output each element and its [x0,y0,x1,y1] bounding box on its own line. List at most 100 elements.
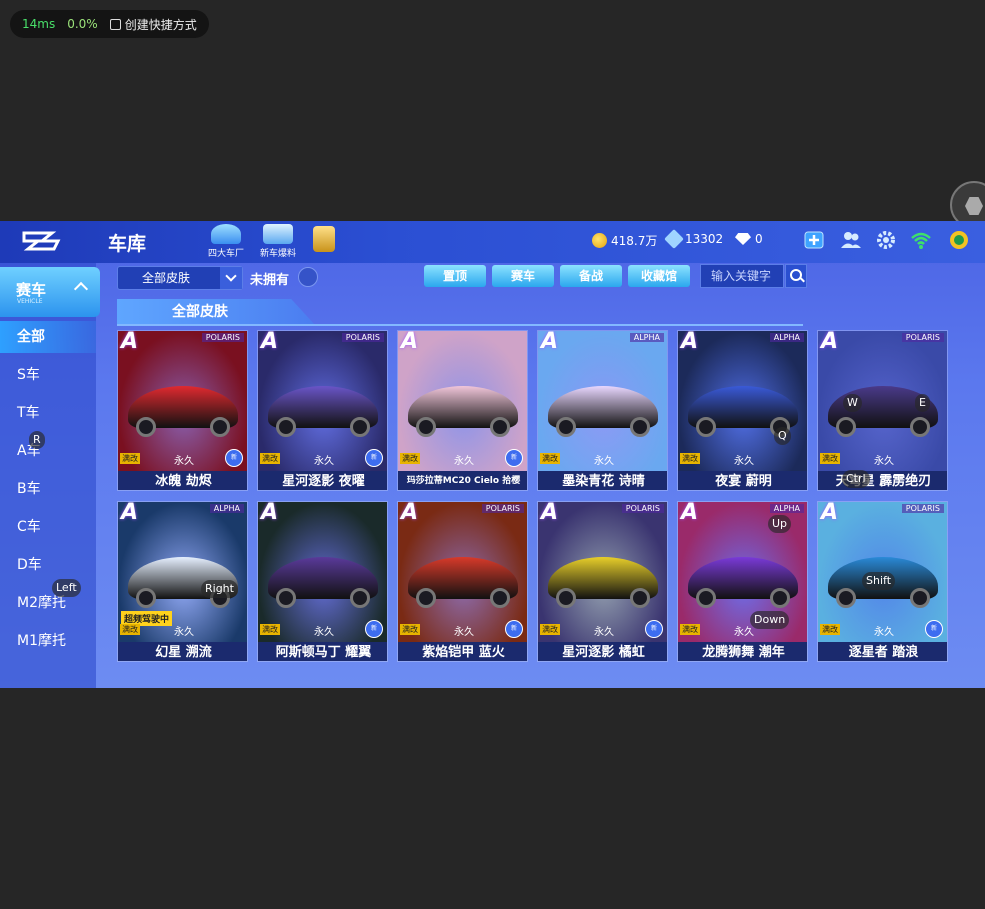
skin-name: 星河逐影 橘虹 [538,642,667,661]
search-input[interactable]: 输入关键字 [700,264,784,288]
category-vehicle[interactable]: 赛车 VEHICLE [0,267,100,317]
mod-badge: 满改 [400,453,420,464]
brand-badge: POLARIS [481,504,524,513]
sidebar-item-all[interactable]: 全部 [0,321,96,353]
four-factories-label: 四大车厂 [207,249,244,259]
mod-badge: 满改 [400,624,420,635]
gear-icon[interactable] [875,229,897,251]
car-wheel [490,417,510,437]
add-icon[interactable] [803,229,825,251]
car-wheel [836,417,856,437]
sidebar-item-b[interactable]: B车 [0,473,96,505]
search-icon[interactable] [785,264,807,288]
new-badge: 新 [365,620,383,638]
sidebar-item-t[interactable]: T车 [0,397,96,429]
skin-card[interactable]: A POLARIS 满改 永久 新紫焰铠甲 蓝火 [397,501,528,662]
brand-badge: POLARIS [901,504,944,513]
mod-badge: 满改 [260,453,280,464]
skin-name: 夜宴 蔚明 [678,471,807,490]
key-hint: R [29,431,45,449]
car-wheel [416,588,436,608]
new-badge: 新 [505,620,523,638]
trophy-icon[interactable] [948,229,970,251]
diamond-icon [735,233,751,245]
skin-name: 逐星者 踏浪 [818,642,947,661]
logo-icon[interactable] [22,229,62,253]
sidebar-item-d[interactable]: D车 [0,549,96,581]
latency-text: 14ms [22,17,56,31]
perf-overlay: 14ms 0.0% 创建快捷方式 [10,10,209,38]
grade-badge: A [541,330,559,354]
sidebar-item-a[interactable]: A车 [0,435,96,467]
category-vehicle-sub: VEHICLE [17,298,43,305]
skin-card[interactable]: A 满改 永久 新阿斯顿马丁 耀翼 [257,501,388,662]
car-wheel [556,417,576,437]
duration-label: 永久 [454,627,474,638]
not-owned-toggle[interactable] [298,267,318,287]
new-car-news-button[interactable]: 新车爆料 [256,224,300,259]
mod-badge: 满改 [680,453,700,464]
game-screen: 车库 四大车厂 新车爆料 418.7万 13302 0 赛车 VEHICLE 全… [0,221,985,688]
mod-badge: 满改 [120,624,140,635]
top-bar: 车库 四大车厂 新车爆料 418.7万 13302 0 [0,221,985,263]
brand-badge: POLARIS [901,333,944,342]
chevron-down-icon [220,267,242,289]
gem-balance: 13302 [664,229,723,249]
grade-badge: A [261,501,279,525]
duration-label: 永久 [314,627,334,638]
coin-icon [592,233,607,248]
sidebar-item-s[interactable]: S车 [0,359,96,391]
car-wheel [490,588,510,608]
skin-filter-select[interactable]: 全部皮肤 [117,266,243,290]
not-owned-label: 未拥有 [250,273,290,288]
car-wheel [556,588,576,608]
grade-badge: A [821,501,839,525]
brand-badge: ALPHA [769,504,804,513]
skin-card[interactable]: A ALPHA 满改 永久 夜宴 蔚明 [677,330,808,491]
skin-card[interactable]: A POLARIS 满改 永久 天穹星 霹雳绝刃 [817,330,948,491]
skin-card[interactable]: A 满改 永久 新玛莎拉蒂MC20 Cielo 拾樱 [397,330,528,491]
duration-label: 永久 [874,456,894,467]
car-wheel [276,417,296,437]
mod-badge: 满改 [820,453,840,464]
sidebar-item-m1[interactable]: M1摩托 [0,625,96,657]
create-shortcut-button[interactable]: 创建快捷方式 [109,16,197,33]
four-factories-button[interactable]: 四大车厂 [204,224,248,259]
section-header: 全部皮肤 [117,299,315,325]
skin-name: 玛莎拉蒂MC20 Cielo 拾樱 [398,471,527,490]
skin-card[interactable]: A POLARIS 满改 永久 新冰魄 劫烬 [117,330,248,491]
duration-label: 永久 [874,627,894,638]
skin-card[interactable]: A ALPHA 满改 永久 墨染青花 诗晴 [537,330,668,491]
skin-name: 阿斯顿马丁 耀翼 [258,642,387,661]
sidebar-item-c[interactable]: C车 [0,511,96,543]
tab-pin[interactable]: 置顶 [424,265,486,287]
gift-button[interactable] [302,226,346,254]
mod-badge: 满改 [540,624,560,635]
key-hint: Right [201,580,238,598]
duration-label: 永久 [174,627,194,638]
duration-label: 永久 [594,627,614,638]
car-wheel [910,417,930,437]
duration-label: 永久 [314,456,334,467]
mod-badge: 满改 [120,453,140,464]
diamond-amount: 0 [755,232,763,246]
skin-card[interactable]: A POLARIS 满改 永久 新星河逐影 夜曜 [257,330,388,491]
duration-label: 永久 [174,456,194,467]
factory-icon [211,224,241,244]
friends-icon[interactable] [840,229,862,251]
diamond-balance: 0 [735,232,763,246]
car-wheel [770,588,790,608]
skin-card[interactable]: A POLARIS 满改 永久 新星河逐影 橘虹 [537,501,668,662]
category-sidebar: 赛车 VEHICLE 全部 S车 T车 A车 B车 C车 D车 M2摩托 M1摩… [0,263,100,688]
tab-vehicle[interactable]: 赛车 [492,265,554,287]
new-badge: 新 [225,449,243,467]
car-wheel [136,588,156,608]
key-hint: W [843,394,862,412]
category-vehicle-label: 赛车 [16,281,47,299]
key-hint: Left [52,579,81,597]
tab-collection[interactable]: 收藏馆 [628,265,690,287]
grade-badge: A [401,330,419,354]
sidebar-item-m2[interactable]: M2摩托 [0,587,96,619]
tab-prepare[interactable]: 备战 [560,265,622,287]
skin-name: 幻星 溯流 [118,642,247,661]
